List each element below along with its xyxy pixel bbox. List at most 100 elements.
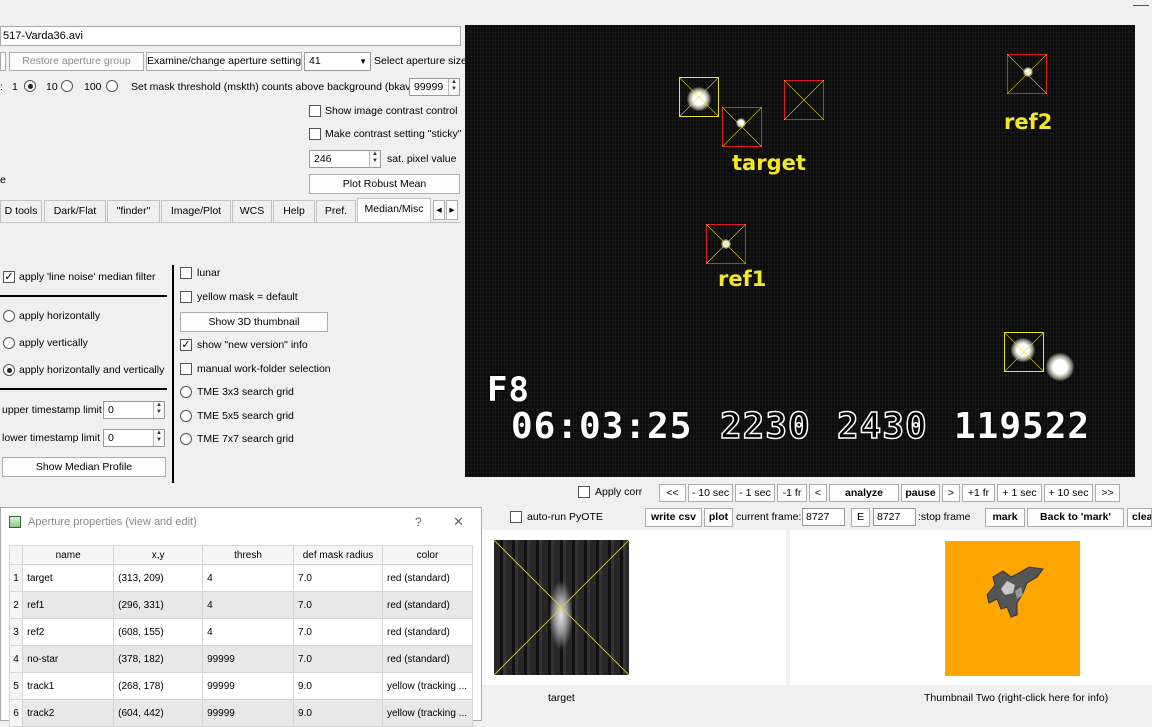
tab-wcs[interactable]: WCS bbox=[232, 200, 272, 222]
cell-name[interactable]: no-star bbox=[22, 645, 115, 673]
apply-horizontally-radio[interactable] bbox=[3, 310, 15, 322]
tab-pref[interactable]: Pref. bbox=[316, 200, 356, 222]
spin-arrows-icon[interactable]: ▲ ▼ bbox=[153, 430, 164, 446]
cell-mask-radius[interactable]: 7.0 bbox=[293, 591, 383, 619]
aperture-window-titlebar[interactable]: Aperture properties (view and edit) ? ✕ bbox=[1, 508, 481, 536]
apply-both-radio[interactable] bbox=[3, 364, 15, 376]
cell-name[interactable]: ref2 bbox=[22, 618, 115, 646]
aperture-size-select[interactable]: 41 ▼ bbox=[304, 52, 371, 71]
cell-name[interactable]: ref1 bbox=[22, 591, 115, 619]
help-icon[interactable]: ? bbox=[415, 515, 422, 529]
cell-mask-radius[interactable]: 7.0 bbox=[293, 618, 383, 646]
tme3-radio[interactable] bbox=[180, 386, 192, 398]
mask-option-1-radio[interactable] bbox=[24, 80, 36, 92]
tab-d-tools[interactable]: D tools bbox=[0, 200, 42, 222]
cell-color[interactable]: yellow (tracking ... bbox=[381, 672, 474, 700]
line-noise-checkbox[interactable]: ✓ bbox=[3, 271, 15, 283]
cell-xy[interactable]: (378, 182) bbox=[113, 645, 204, 673]
examine-aperture-settings-button[interactable]: Examine/change aperture settings bbox=[146, 52, 302, 71]
apply-vertically-radio[interactable] bbox=[3, 337, 15, 349]
tab-image-plot[interactable]: Image/Plot bbox=[161, 200, 231, 222]
nav-minus-1-frame-button[interactable]: -1 fr bbox=[777, 484, 807, 502]
aperture-track1[interactable] bbox=[678, 76, 720, 118]
aperture-properties-window[interactable]: Aperture properties (view and edit) ? ✕ … bbox=[0, 507, 482, 727]
nav-minus-10-sec-button[interactable]: - 10 sec bbox=[688, 484, 733, 502]
manual-folder-checkbox[interactable] bbox=[180, 363, 192, 375]
aperture-track2[interactable] bbox=[1003, 331, 1045, 373]
nav-plus-1-sec-button[interactable]: + 1 sec bbox=[997, 484, 1042, 502]
table-row[interactable]: 5 track1 (268, 178) 99999 9.0 yellow (tr… bbox=[8, 672, 474, 700]
cell-xy[interactable]: (608, 155) bbox=[113, 618, 204, 646]
column-header-thresh[interactable]: thresh bbox=[202, 545, 295, 565]
cell-thresh[interactable]: 99999 bbox=[202, 672, 295, 700]
lunar-checkbox[interactable] bbox=[180, 267, 192, 279]
nav-last-button[interactable]: >> bbox=[1095, 484, 1120, 502]
mask-option-10-radio[interactable] bbox=[61, 80, 73, 92]
show-contrast-checkbox[interactable] bbox=[309, 105, 321, 117]
table-row[interactable]: 2 ref1 (296, 331) 4 7.0 red (standard) bbox=[8, 591, 474, 619]
thumbnail-one-image[interactable] bbox=[494, 540, 629, 675]
tab-finder[interactable]: "finder" bbox=[107, 200, 160, 222]
window-minimize-mark[interactable] bbox=[1133, 0, 1149, 6]
cell-mask-radius[interactable]: 7.0 bbox=[293, 564, 383, 592]
tab-median-misc[interactable]: Median/Misc bbox=[357, 198, 431, 223]
close-icon[interactable]: ✕ bbox=[453, 514, 464, 530]
column-header-color[interactable]: color bbox=[381, 545, 474, 565]
upper-timestamp-input[interactable]: 0 ▲ ▼ bbox=[103, 401, 165, 419]
mark-button[interactable]: mark bbox=[985, 508, 1025, 527]
back-to-mark-button[interactable]: Back to 'mark' bbox=[1027, 508, 1124, 527]
nav-plus-10-sec-button[interactable]: + 10 sec bbox=[1044, 484, 1093, 502]
nav-minus-1-sec-button[interactable]: - 1 sec bbox=[735, 484, 775, 502]
cell-mask-radius[interactable]: 9.0 bbox=[293, 672, 383, 700]
file-path-field[interactable]: 517-Varda36.avi bbox=[0, 26, 461, 46]
lower-timestamp-input[interactable]: 0 ▲ ▼ bbox=[103, 429, 165, 447]
cell-xy[interactable]: (296, 331) bbox=[113, 591, 204, 619]
cell-color[interactable]: red (standard) bbox=[381, 618, 474, 646]
nav-next-button[interactable]: > bbox=[942, 484, 960, 502]
column-header-name[interactable]: name bbox=[22, 545, 115, 565]
cell-name[interactable]: target bbox=[22, 564, 115, 592]
cell-color[interactable]: red (standard) bbox=[381, 564, 474, 592]
restore-aperture-group-button[interactable]: Restore aperture group bbox=[9, 52, 144, 71]
cell-color[interactable]: yellow (tracking ... bbox=[381, 699, 474, 727]
cell-color[interactable]: red (standard) bbox=[381, 591, 474, 619]
cell-xy[interactable]: (313, 209) bbox=[113, 564, 204, 592]
cell-thresh[interactable]: 99999 bbox=[202, 699, 295, 727]
apply-corr-checkbox[interactable] bbox=[578, 486, 590, 498]
write-csv-button[interactable]: write csv bbox=[645, 508, 702, 527]
column-header-mask-radius[interactable]: def mask radius bbox=[293, 545, 383, 565]
aperture-ref2[interactable] bbox=[1006, 53, 1048, 95]
auto-run-pyote-checkbox[interactable] bbox=[510, 511, 522, 523]
cell-xy[interactable]: (604, 442) bbox=[113, 699, 204, 727]
plot-button[interactable]: plot bbox=[704, 508, 733, 527]
table-row[interactable]: 1 target (313, 209) 4 7.0 red (standard) bbox=[8, 564, 474, 592]
spin-arrows-icon[interactable]: ▲ ▼ bbox=[448, 79, 459, 95]
analyze-button[interactable]: analyze bbox=[829, 484, 899, 502]
nav-prev-button[interactable]: < bbox=[809, 484, 827, 502]
tab-scroll-right-button[interactable]: ▸ bbox=[446, 200, 458, 220]
cell-mask-radius[interactable]: 9.0 bbox=[293, 699, 383, 727]
show-3d-thumbnail-button[interactable]: Show 3D thumbnail bbox=[180, 312, 328, 332]
cell-mask-radius[interactable]: 7.0 bbox=[293, 645, 383, 673]
cell-xy[interactable]: (268, 178) bbox=[113, 672, 204, 700]
mask-option-100-radio[interactable] bbox=[106, 80, 118, 92]
nav-plus-1-frame-button[interactable]: +1 fr bbox=[962, 484, 995, 502]
pause-button[interactable]: pause bbox=[901, 484, 940, 502]
sat-pixel-input[interactable]: 246 ▲ ▼ bbox=[309, 150, 381, 168]
cell-thresh[interactable]: 4 bbox=[202, 564, 295, 592]
left-cut-button[interactable] bbox=[0, 52, 6, 71]
cell-color[interactable]: red (standard) bbox=[381, 645, 474, 673]
new-version-checkbox[interactable]: ✓ bbox=[180, 339, 192, 351]
tme7-radio[interactable] bbox=[180, 433, 192, 445]
clear-button[interactable]: clea bbox=[1127, 508, 1152, 527]
tab-help[interactable]: Help bbox=[273, 200, 315, 222]
tab-scroll-left-button[interactable]: ◂ bbox=[433, 200, 445, 220]
column-header-xy[interactable]: x,y bbox=[113, 545, 204, 565]
sticky-contrast-checkbox[interactable] bbox=[309, 128, 321, 140]
cell-name[interactable]: track2 bbox=[22, 699, 115, 727]
cell-name[interactable]: track1 bbox=[22, 672, 115, 700]
show-median-profile-button[interactable]: Show Median Profile bbox=[2, 457, 166, 477]
nav-first-button[interactable]: << bbox=[659, 484, 686, 502]
stop-frame-input[interactable]: 8727 bbox=[873, 508, 916, 526]
current-frame-input[interactable]: 8727 bbox=[802, 508, 845, 526]
